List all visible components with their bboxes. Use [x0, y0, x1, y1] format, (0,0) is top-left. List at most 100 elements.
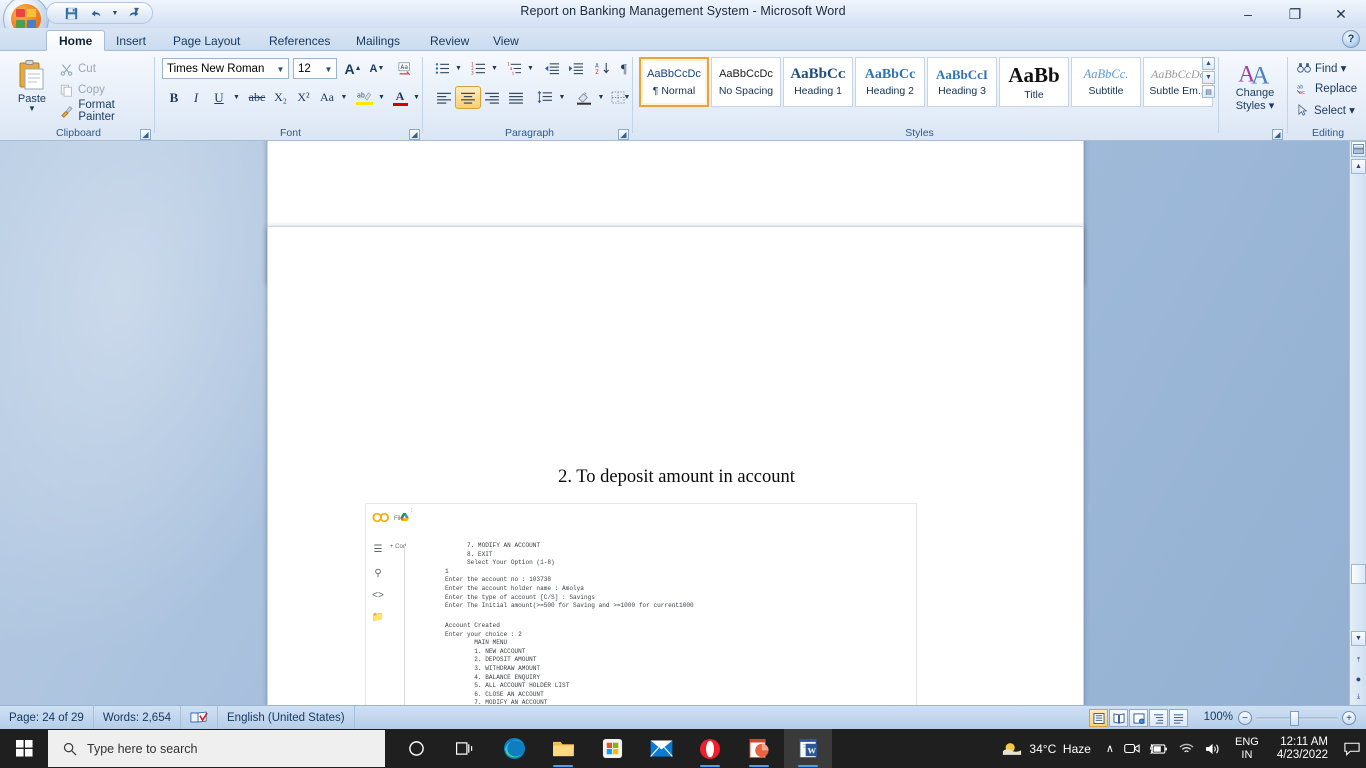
superscript-button[interactable]: X² [292, 87, 315, 108]
files-icon[interactable]: 📁 [371, 610, 385, 624]
grow-font-button[interactable]: A ▲ [341, 58, 365, 79]
find-button[interactable]: Find ▾ [1294, 58, 1349, 78]
shading-dropdown-icon[interactable]: ▼ [596, 87, 606, 108]
tab-view[interactable]: View [481, 30, 531, 51]
undo-dropdown-icon[interactable]: ▼ [111, 4, 119, 22]
font-size-dropdown-icon[interactable]: ▼ [323, 65, 334, 74]
style-normal[interactable]: AaBbCcDc ¶ Normal [639, 57, 709, 107]
numbering-dropdown-icon[interactable]: ▼ [489, 58, 500, 79]
mail-icon[interactable] [637, 729, 685, 768]
style-title[interactable]: AaBb Title [999, 57, 1069, 107]
scroll-up-button[interactable]: ▲ [1351, 159, 1366, 174]
print-layout-view-button[interactable] [1089, 709, 1108, 727]
meet-now-icon[interactable] [1119, 729, 1145, 768]
search-icon[interactable]: ⚲ [371, 566, 385, 580]
next-page-button[interactable]: ⤓ [1351, 689, 1366, 704]
clear-formatting-button[interactable]: Aa [393, 58, 417, 79]
font-color-button[interactable]: A [389, 87, 411, 108]
subscript-button[interactable]: X₂ [269, 87, 292, 108]
search-input[interactable]: Type here to search [48, 730, 385, 767]
tab-review[interactable]: Review [418, 30, 481, 51]
zoom-out-button[interactable]: − [1238, 711, 1252, 725]
styles-scroll-up-button[interactable]: ▲ [1202, 57, 1215, 70]
sort-button[interactable]: AZ [591, 58, 614, 79]
strikethrough-button[interactable]: abc [245, 87, 269, 108]
decrease-indent-button[interactable] [540, 58, 564, 79]
style-heading-2[interactable]: AaBbCc Heading 2 [855, 57, 925, 107]
zoom-thumb[interactable] [1290, 711, 1299, 726]
volume-icon[interactable] [1200, 729, 1227, 768]
customize-qat-icon[interactable]: ▾ [134, 5, 139, 16]
tab-home[interactable]: Home [46, 30, 106, 51]
battery-charging-icon[interactable] [1145, 729, 1173, 768]
show-formatting-marks-button[interactable]: ¶ [614, 58, 634, 79]
bullets-dropdown-icon[interactable]: ▼ [453, 58, 464, 79]
cut-button[interactable]: Cut [56, 59, 100, 79]
word-count[interactable]: Words: 2,654 [94, 705, 181, 729]
style-no-spacing[interactable]: AaBbCcDc No Spacing [711, 57, 781, 107]
shrink-font-button[interactable]: A ▼ [365, 58, 389, 79]
menu-icon[interactable]: ☰ [371, 542, 385, 556]
opera-icon[interactable] [686, 729, 734, 768]
zoom-slider[interactable]: − + [1238, 710, 1356, 726]
select-browse-object-button[interactable]: ● [1351, 671, 1366, 686]
minimize-button[interactable]: – [1225, 0, 1271, 28]
word-icon[interactable]: W [784, 729, 832, 768]
change-styles-button[interactable]: A A Change Styles ▾ [1226, 59, 1284, 125]
font-dialog-launcher[interactable]: ◢ [409, 129, 420, 140]
multilevel-dropdown-icon[interactable]: ▼ [525, 58, 536, 79]
increase-indent-button[interactable] [564, 58, 588, 79]
proofing-status[interactable] [181, 705, 218, 729]
font-name-input[interactable]: Times New Roman ▼ [162, 58, 289, 79]
file-menu[interactable]: File [394, 516, 404, 522]
action-center-icon[interactable] [1338, 729, 1366, 768]
previous-page-button[interactable]: ⤒ [1351, 653, 1366, 668]
embedded-colab-screenshot[interactable]: CO ☰ ⚲ <> 📁 ■■ : File + Cod 7. MODIFY AN… [365, 503, 917, 705]
style-heading-3[interactable]: AaBbCcI Heading 3 [927, 57, 997, 107]
change-case-dropdown-icon[interactable]: ▼ [339, 87, 349, 108]
shading-button[interactable] [572, 87, 596, 108]
weather-widget[interactable]: 34°C Haze [996, 729, 1101, 768]
bold-button[interactable]: B [163, 87, 185, 108]
help-button[interactable]: ? [1342, 30, 1360, 48]
powerpoint-icon[interactable] [735, 729, 783, 768]
copy-button[interactable]: Copy [56, 80, 109, 100]
zoom-in-button[interactable]: + [1342, 711, 1356, 725]
clock[interactable]: 12:11 AM 4/23/2022 [1267, 729, 1338, 768]
zoom-level[interactable]: 100% [1204, 711, 1233, 723]
change-case-button[interactable]: Aa [315, 87, 339, 108]
tab-references[interactable]: References [257, 30, 342, 51]
microsoft-store-icon[interactable] [588, 729, 636, 768]
numbering-button[interactable]: 123 [467, 58, 489, 79]
page-indicator[interactable]: Page: 24 of 29 [0, 705, 94, 729]
select-button[interactable]: Select ▾ [1294, 100, 1358, 120]
replace-button[interactable]: ab ac Replace [1294, 79, 1360, 99]
scrollbar-thumb[interactable] [1351, 564, 1366, 584]
font-color-dropdown-icon[interactable]: ▼ [411, 87, 422, 108]
format-painter-button[interactable]: Format Painter [56, 99, 155, 123]
styles-scroll-down-button[interactable]: ▼ [1202, 71, 1215, 84]
microsoft-edge-icon[interactable] [490, 729, 538, 768]
underline-button[interactable]: U [207, 87, 231, 108]
paste-dropdown-icon[interactable]: ▼ [28, 105, 36, 113]
underline-dropdown-icon[interactable]: ▼ [231, 87, 242, 108]
start-button[interactable] [0, 729, 48, 768]
line-spacing-dropdown-icon[interactable]: ▼ [557, 87, 567, 108]
scroll-down-button[interactable]: ▼ [1351, 631, 1366, 646]
tab-mailings[interactable]: Mailings [344, 30, 412, 51]
save-icon[interactable] [61, 4, 81, 22]
text-highlight-button[interactable]: ab [352, 87, 376, 108]
vertical-scrollbar[interactable]: ▲ ▼ ⤒ ● ⤓ [1349, 141, 1366, 705]
italic-button[interactable]: I [185, 87, 207, 108]
show-hidden-icons-button[interactable]: ∧ [1101, 729, 1119, 768]
clipboard-dialog-launcher[interactable]: ◢ [140, 129, 151, 140]
draft-view-button[interactable] [1169, 709, 1188, 727]
web-layout-view-button[interactable] [1129, 709, 1148, 727]
styles-dialog-launcher[interactable]: ◢ [1272, 129, 1283, 140]
align-right-button[interactable] [480, 87, 504, 108]
undo-icon[interactable] [86, 4, 106, 22]
line-spacing-button[interactable] [533, 87, 557, 108]
paste-button[interactable]: Paste ▼ [10, 57, 54, 119]
maximize-button[interactable]: ❐ [1272, 0, 1318, 28]
full-screen-reading-view-button[interactable] [1109, 709, 1128, 727]
